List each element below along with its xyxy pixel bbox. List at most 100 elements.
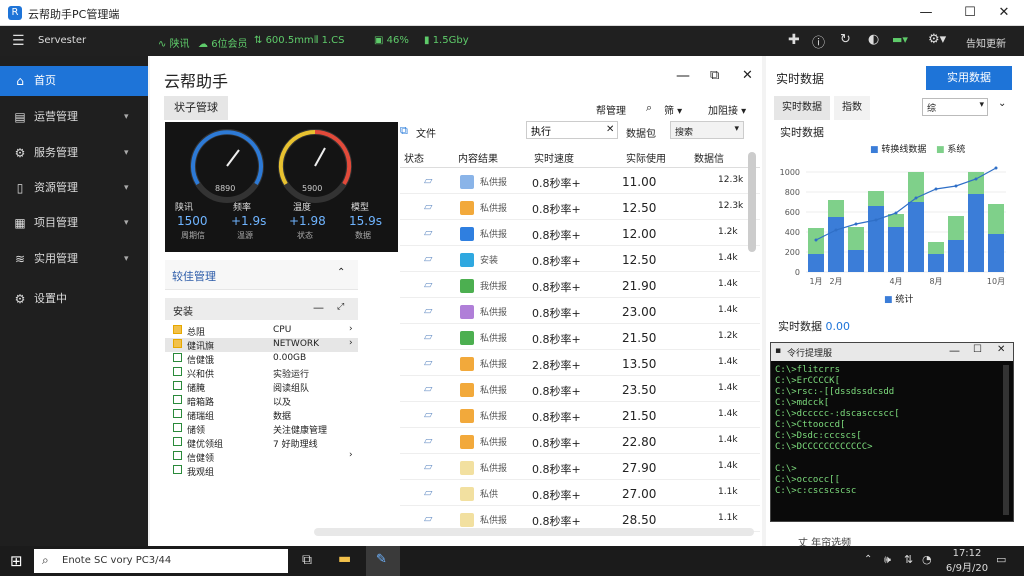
list-item[interactable]: 储腌 阅读组队 — [165, 380, 358, 394]
list-item[interactable]: 总阻 CPU › — [165, 324, 358, 338]
file-explorer-icon[interactable]: ▬ — [338, 551, 351, 567]
realtime-data-button[interactable]: 实用数据 — [926, 66, 1012, 90]
options-icon[interactable]: ⌄ — [998, 98, 1006, 109]
checkbox[interactable] — [173, 409, 182, 418]
console-line: C:\> — [775, 464, 797, 474]
console-minimize-button[interactable]: — — [949, 344, 960, 357]
range-dropdown[interactable]: 综 ▾ — [922, 98, 988, 116]
file-type-icon — [460, 461, 474, 475]
theme-icon[interactable]: ◐ — [868, 32, 879, 47]
taskbar-search[interactable]: ⌕ Enote SC vory PC3/44 — [34, 549, 288, 573]
sidebar-item-settings[interactable]: ⚙ 设置中 — [0, 284, 148, 314]
sidebar-item-resources[interactable]: ▯ 资源管理 ▾ — [0, 173, 148, 203]
popout-icon[interactable]: ⧉ — [710, 68, 719, 83]
checkbox[interactable] — [173, 395, 182, 404]
search-input[interactable] — [526, 121, 618, 139]
list-item[interactable]: 兴和供 实验运行 — [165, 366, 358, 380]
more-button[interactable]: 加阻接 ▾ — [708, 102, 746, 117]
table-row[interactable]: ▱ 私供报 0.8秒率+ 22.80 1.4k — [400, 428, 760, 454]
app-taskbar-button[interactable]: ✎ — [366, 546, 400, 576]
status-toggle[interactable]: ▬▾ — [892, 33, 908, 46]
file-type-icon — [460, 331, 474, 345]
list-item[interactable]: 储瑞组 数据 — [165, 408, 358, 422]
collapse-button[interactable]: — — [676, 68, 690, 84]
section-header[interactable]: 较佳管理 ⌃ — [165, 260, 358, 290]
table-row[interactable]: ▱ 私供 0.8秒率+ 27.00 1.1k — [400, 480, 760, 506]
table-row[interactable]: ▱ 私供报 0.8秒率+ 23.00 1.4k — [400, 298, 760, 324]
console-close-button[interactable]: ✕ — [997, 344, 1005, 355]
checkbox[interactable] — [173, 353, 182, 362]
gear-icon[interactable]: ⚙▾ — [928, 32, 946, 47]
table-row[interactable]: ▱ 安装 0.8秒率+ 12.50 1.4k — [400, 246, 760, 272]
network-icon[interactable]: ⇅ — [904, 553, 913, 566]
tab-realtime[interactable]: 实时数据 — [774, 96, 830, 120]
table-row[interactable]: ▱ 私供报 0.8秒率+ 12.50 12.3k — [400, 194, 760, 220]
chevron-up-icon[interactable]: ⌃ — [864, 554, 872, 565]
table-row[interactable]: ▱ 私供报 0.8秒率+ 11.00 12.3k — [400, 168, 760, 194]
clear-icon[interactable]: ✕ — [606, 124, 614, 135]
console-maximize-button[interactable]: ☐ — [973, 344, 982, 355]
stat-item: ▮ 1.5Gby — [424, 35, 469, 46]
table-row[interactable]: ▱ 私供报 0.8秒率+ 21.50 1.2k — [400, 324, 760, 350]
scrollbar-thumb[interactable] — [748, 152, 756, 252]
sidebar-item-services[interactable]: ⚙ 服务管理 ▾ — [0, 138, 148, 168]
list-item[interactable]: 信健领 › — [165, 450, 358, 464]
sidebar-item-operations[interactable]: ▤ 运营管理 ▾ — [0, 102, 148, 132]
info-icon[interactable]: ⓘ — [812, 32, 825, 51]
close-window-button[interactable]: ✕ — [990, 4, 1018, 22]
checkbox[interactable] — [173, 325, 182, 334]
task-view-icon[interactable]: ⧉ — [302, 552, 312, 568]
minimize-button[interactable]: — — [912, 4, 940, 22]
list-item[interactable]: 健讯旗 NETWORK › — [165, 338, 358, 352]
search-icon[interactable]: ⌕ — [646, 101, 652, 115]
expand-icon[interactable]: ⤢ — [337, 302, 344, 312]
list-item[interactable]: 暗箱路 以及 — [165, 394, 358, 408]
update-notice[interactable]: 告知更新 — [966, 35, 1006, 50]
sidebar-item-utilities[interactable]: ≋ 实用管理 ▾ — [0, 244, 148, 274]
checkbox[interactable] — [173, 339, 182, 348]
table-row[interactable]: ▱ 私供报 0.8秒率+ 12.00 1.2k — [400, 220, 760, 246]
table-row[interactable]: ▱ 私供报 0.8秒率+ 23.50 1.4k — [400, 376, 760, 402]
list-item[interactable]: 我观组 — [165, 464, 358, 478]
table-row[interactable]: ▱ 私供报 0.8秒率+ 27.90 1.4k — [400, 454, 760, 480]
x-tick-label: 1月 — [809, 277, 822, 286]
checkbox[interactable] — [173, 367, 182, 376]
console-window: ▪ 令行提理服 — ☐ ✕ C:\>flitcrrs C:\>ErCCCCK[C:… — [770, 342, 1014, 522]
tab-index[interactable]: 指数 — [834, 96, 870, 120]
list-item[interactable]: 健优领组 7 好助理线 — [165, 436, 358, 450]
table-row[interactable]: ▱ 我供报 0.8秒率+ 21.90 1.4k — [400, 272, 760, 298]
filter-button[interactable]: 筛 ▾ — [664, 102, 682, 117]
sidebar-item-home[interactable]: ⌂ 首页 — [0, 66, 148, 96]
refresh-icon[interactable]: ↻ — [840, 32, 851, 47]
checkbox[interactable] — [173, 381, 182, 390]
speaker-icon[interactable]: 🕪 — [884, 553, 891, 567]
windows-start-icon[interactable]: ⊞ — [10, 552, 23, 570]
close-panel-button[interactable]: ✕ — [742, 68, 753, 83]
sort-dropdown[interactable]: 搜索 ▾ — [670, 121, 744, 139]
checkbox[interactable] — [173, 451, 182, 460]
maximize-button[interactable]: ☐ — [956, 4, 984, 22]
list-item[interactable]: 信健饿 0.00GB — [165, 352, 358, 366]
tab-status[interactable]: 状子管球 — [164, 96, 228, 120]
sidebar-item-projects[interactable]: ▦ 项目管理 ▾ — [0, 208, 148, 238]
x-tick-label: 10月 — [987, 277, 1005, 286]
table-row[interactable]: ▱ 私供报 2.8秒率+ 13.50 1.4k — [400, 350, 760, 376]
minus-icon[interactable]: — — [313, 301, 324, 314]
hamburger-menu-icon[interactable]: ☰ — [12, 33, 25, 49]
wifi-icon[interactable]: ◔ — [922, 553, 932, 566]
console-scrollbar[interactable] — [1003, 365, 1009, 515]
file-type-icon — [460, 487, 474, 501]
gear-icon: ⚙ — [14, 146, 26, 160]
add-icon[interactable]: ✚ — [788, 32, 800, 48]
list-item[interactable]: 储领 关注健康管理 — [165, 422, 358, 436]
checkbox[interactable] — [173, 423, 182, 432]
folder-outline-icon: ▱ — [424, 200, 433, 213]
horizontal-scrollbar[interactable] — [314, 528, 754, 536]
manage-button[interactable]: 帮管理 — [596, 102, 626, 117]
table-row[interactable]: ▱ 私供报 0.8秒率+ 21.50 1.4k — [400, 402, 760, 428]
folder-outline-icon: ▱ — [424, 174, 433, 187]
clock[interactable]: 17:12 6/9月/20 — [944, 548, 990, 574]
notification-icon[interactable]: ▭ — [996, 553, 1006, 566]
checkbox[interactable] — [173, 437, 182, 446]
checkbox[interactable] — [173, 465, 182, 474]
